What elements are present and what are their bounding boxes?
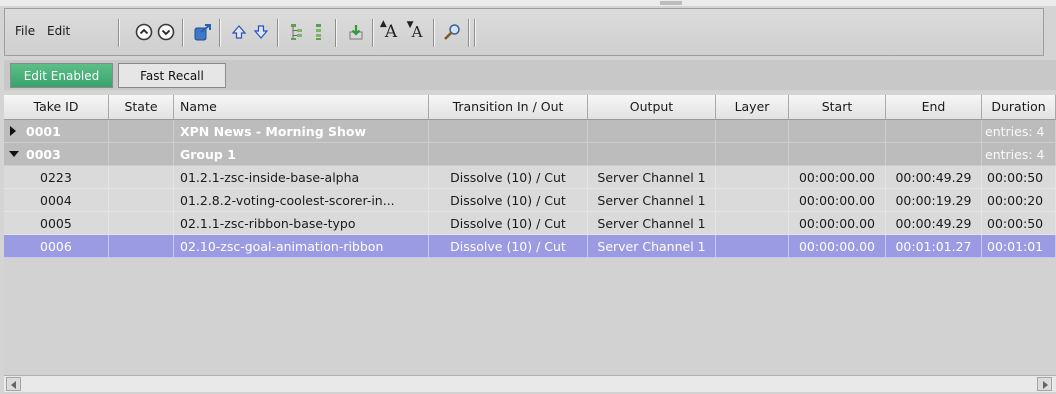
tab-fast-recall[interactable]: Fast Recall bbox=[118, 63, 226, 88]
layer-cell bbox=[716, 189, 789, 212]
arrow-up-icon[interactable] bbox=[229, 22, 249, 42]
duration-cell: 00:00:50 bbox=[982, 212, 1056, 235]
caret-down-icon: ▼ bbox=[406, 20, 414, 30]
toolbar-separator bbox=[277, 19, 279, 47]
font-decrease-icon[interactable]: ▼ A bbox=[406, 20, 427, 42]
state-cell bbox=[109, 166, 174, 189]
toolbar-separator bbox=[335, 19, 337, 47]
output-cell: Server Channel 1 bbox=[588, 189, 716, 212]
transition-cell: Dissolve (10) / Cut bbox=[429, 235, 588, 258]
column-header-end[interactable]: End bbox=[886, 95, 982, 119]
toolbar-separator bbox=[468, 19, 470, 47]
toolbar-separator bbox=[474, 19, 476, 47]
takes-grid: Take ID State Name Transition In / Out O… bbox=[4, 95, 1056, 394]
take-id-cell: 0006 bbox=[4, 235, 109, 258]
name-cell: 01.2.1-zsc-inside-base-alpha bbox=[174, 166, 429, 189]
menu-file[interactable]: File bbox=[15, 24, 35, 38]
column-header-name[interactable]: Name bbox=[174, 95, 429, 119]
transition-cell: Dissolve (10) / Cut bbox=[429, 189, 588, 212]
circle-up-icon[interactable] bbox=[134, 22, 154, 42]
table-row[interactable]: 0004 01.2.8.2-voting-coolest-scorer-in..… bbox=[4, 189, 1056, 212]
export-icon[interactable] bbox=[193, 22, 213, 42]
column-header-take-id[interactable]: Take ID bbox=[4, 95, 109, 119]
duration-cell: 00:00:20 bbox=[982, 189, 1056, 212]
group-row[interactable]: 0003 Group 1 entries: 4 bbox=[4, 143, 1056, 166]
table-row[interactable]: 0005 02.1.1-zsc-ribbon-base-typo Dissolv… bbox=[4, 212, 1056, 235]
top-scroll-strip bbox=[0, 0, 1056, 6]
output-cell: Server Channel 1 bbox=[588, 166, 716, 189]
scroll-right-button[interactable] bbox=[1037, 377, 1052, 391]
output-cell: Server Channel 1 bbox=[588, 212, 716, 235]
state-cell bbox=[109, 235, 174, 258]
expand-tree-icon[interactable] bbox=[287, 22, 307, 42]
toolbar-separator bbox=[118, 19, 120, 47]
take-id-cell: 0223 bbox=[4, 166, 109, 189]
group-id: 0001 bbox=[26, 124, 61, 139]
font-increase-icon[interactable]: ▲ A bbox=[379, 19, 401, 42]
state-cell bbox=[109, 212, 174, 235]
take-id-cell: 0005 bbox=[4, 212, 109, 235]
state-cell bbox=[109, 189, 174, 212]
toolbar-separator bbox=[433, 19, 435, 47]
group-entries: entries: 4 bbox=[982, 143, 1056, 166]
table-row-selected[interactable]: 0006 02.10-zsc-goal-animation-ribbon Dis… bbox=[4, 235, 1056, 258]
start-cell: 00:00:00.00 bbox=[789, 189, 886, 212]
tab-strip: Edit Enabled Fast Recall bbox=[4, 60, 1056, 90]
column-header-output[interactable]: Output bbox=[588, 95, 716, 119]
circle-down-icon[interactable] bbox=[156, 22, 176, 42]
start-cell: 00:00:00.00 bbox=[789, 166, 886, 189]
toolbar-separator bbox=[219, 19, 221, 47]
take-id-cell: 0004 bbox=[4, 189, 109, 212]
transition-cell: Dissolve (10) / Cut bbox=[429, 166, 588, 189]
group-row[interactable]: 0001 XPN News - Morning Show entries: 4 bbox=[4, 120, 1056, 143]
collapse-arrow-icon[interactable] bbox=[9, 151, 19, 157]
output-cell: Server Channel 1 bbox=[588, 235, 716, 258]
top-scroll-thumb[interactable] bbox=[660, 1, 682, 5]
grid-header: Take ID State Name Transition In / Out O… bbox=[4, 95, 1056, 120]
arrow-down-icon[interactable] bbox=[251, 22, 271, 42]
duration-cell: 00:00:50 bbox=[982, 166, 1056, 189]
caret-up-icon: ▲ bbox=[379, 19, 387, 29]
start-cell: 00:00:00.00 bbox=[789, 212, 886, 235]
toolbar-separator bbox=[182, 19, 184, 47]
search-icon[interactable] bbox=[442, 22, 462, 42]
group-name: Group 1 bbox=[174, 143, 429, 166]
end-cell: 00:01:01.27 bbox=[886, 235, 982, 258]
group-name: XPN News - Morning Show bbox=[174, 120, 429, 143]
toolbar-separator bbox=[372, 19, 374, 47]
scroll-right-icon bbox=[1043, 381, 1048, 389]
column-header-layer[interactable]: Layer bbox=[716, 95, 789, 119]
end-cell: 00:00:19.29 bbox=[886, 189, 982, 212]
group-id: 0003 bbox=[26, 147, 61, 162]
name-cell: 01.2.8.2-voting-coolest-scorer-in... bbox=[174, 189, 429, 212]
horizontal-scrollbar[interactable] bbox=[4, 375, 1056, 392]
column-header-state[interactable]: State bbox=[109, 95, 174, 119]
tab-edit-enabled[interactable]: Edit Enabled bbox=[10, 63, 113, 88]
column-header-duration[interactable]: Duration bbox=[982, 95, 1056, 119]
import-icon[interactable] bbox=[346, 22, 366, 42]
scroll-left-button[interactable] bbox=[6, 377, 21, 391]
column-header-start[interactable]: Start bbox=[789, 95, 886, 119]
group-entries: entries: 4 bbox=[982, 120, 1056, 143]
layer-cell bbox=[716, 235, 789, 258]
name-cell: 02.10-zsc-goal-animation-ribbon bbox=[174, 235, 429, 258]
column-header-transition[interactable]: Transition In / Out bbox=[429, 95, 588, 119]
layer-cell bbox=[716, 166, 789, 189]
name-cell: 02.1.1-zsc-ribbon-base-typo bbox=[174, 212, 429, 235]
scroll-left-icon bbox=[11, 381, 16, 389]
toolbar: File Edit ▲ A ▼ A bbox=[4, 8, 1044, 56]
layer-cell bbox=[716, 212, 789, 235]
start-cell: 00:00:00.00 bbox=[789, 235, 886, 258]
duration-cell: 00:01:01 bbox=[982, 235, 1056, 258]
collapse-tree-icon[interactable] bbox=[309, 22, 329, 42]
expand-arrow-icon[interactable] bbox=[10, 126, 16, 136]
transition-cell: Dissolve (10) / Cut bbox=[429, 212, 588, 235]
end-cell: 00:00:49.29 bbox=[886, 212, 982, 235]
menu-edit[interactable]: Edit bbox=[47, 24, 70, 38]
end-cell: 00:00:49.29 bbox=[886, 166, 982, 189]
table-row[interactable]: 0223 01.2.1-zsc-inside-base-alpha Dissol… bbox=[4, 166, 1056, 189]
